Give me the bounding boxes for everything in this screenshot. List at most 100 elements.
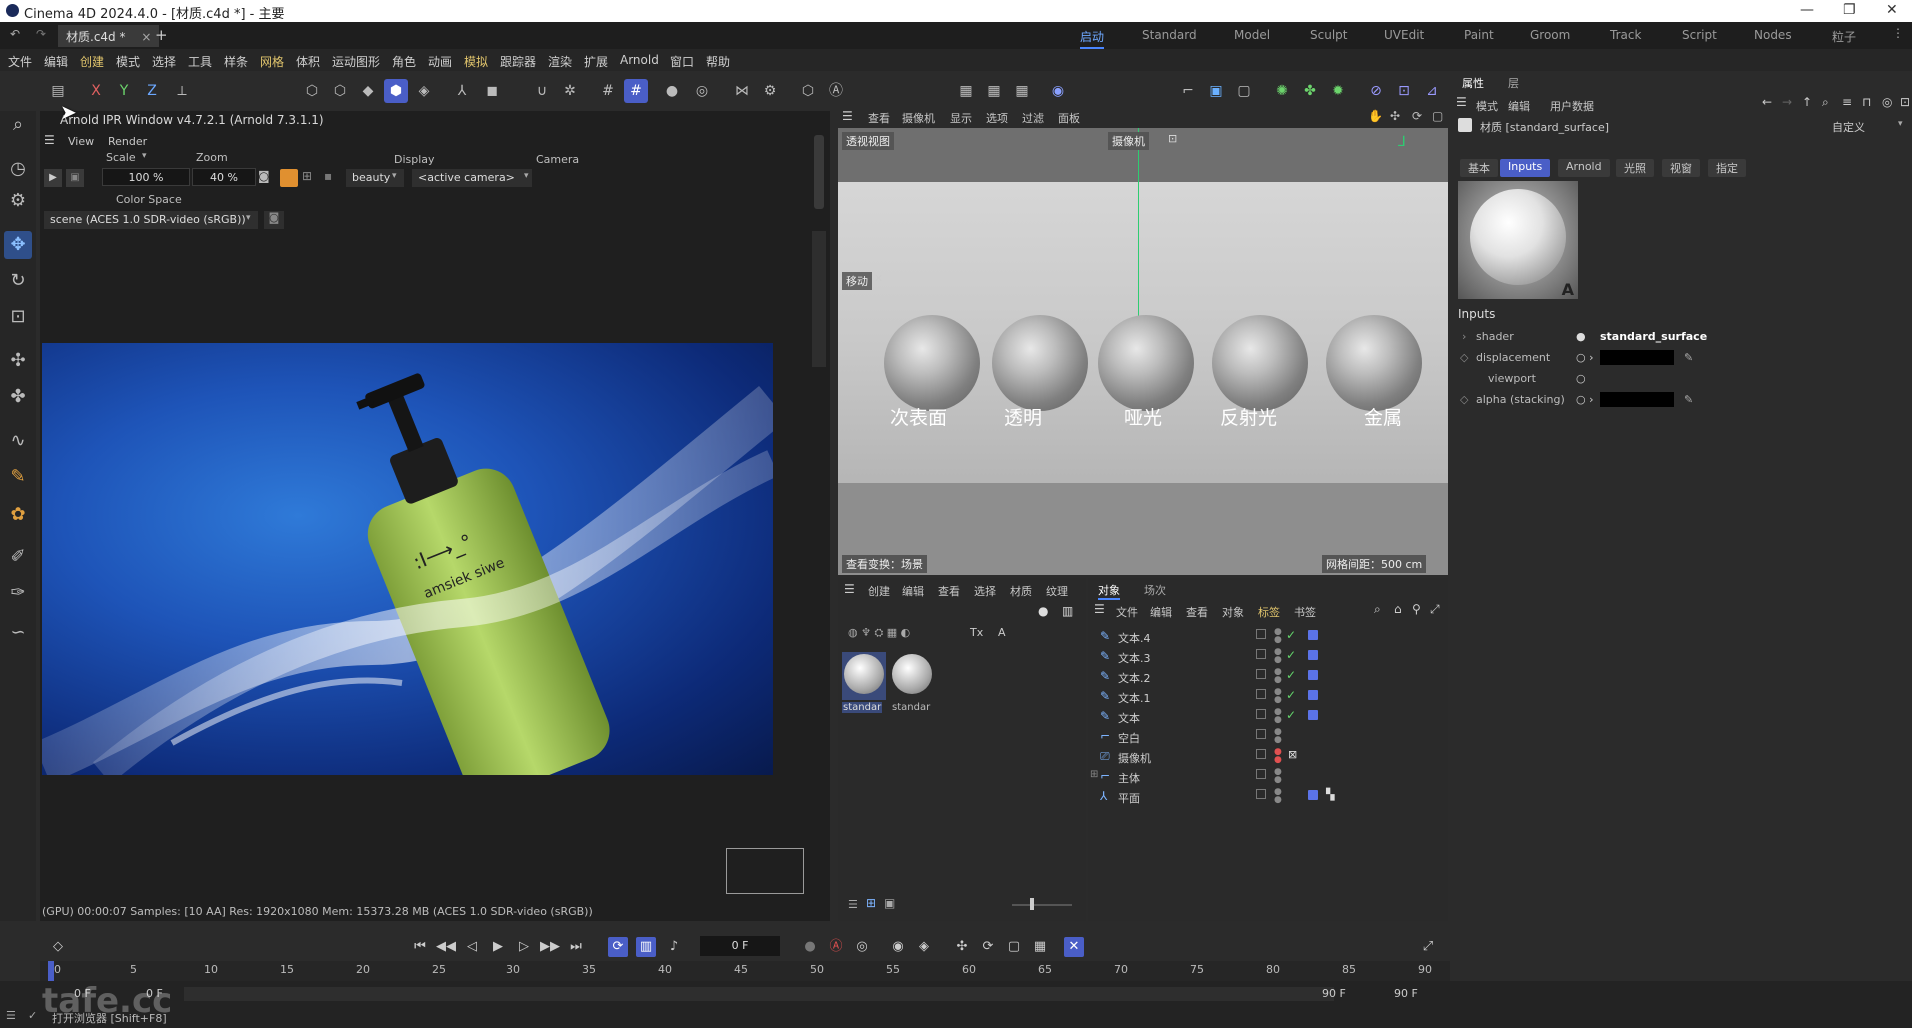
grid-snap-icon[interactable]: # (596, 79, 620, 103)
sound-icon[interactable]: ♪ (664, 937, 684, 957)
key-settings-icon[interactable]: ◎ (852, 937, 872, 957)
viewport-menu-panel[interactable]: 面板 (1058, 110, 1080, 126)
keyframe-mode-icon[interactable]: ◇ (48, 937, 68, 957)
menu-render[interactable]: 渲染 (548, 53, 572, 70)
thumbnail-size-slider[interactable] (1012, 904, 1072, 906)
menu-extensions[interactable]: 扩展 (584, 53, 608, 70)
light-tool-icon[interactable]: ⊿ (1420, 79, 1444, 103)
mat-filter-icons[interactable]: ◍ ♆ ⛭ ▦ ◐ (848, 626, 910, 640)
key-position-icon[interactable]: ◈ (914, 937, 934, 957)
autokey-icon[interactable]: Ⓐ (826, 937, 846, 957)
menu-edit[interactable]: 编辑 (44, 53, 68, 70)
object-menu-icon[interactable]: ☰ (1094, 602, 1105, 616)
magnet-icon[interactable]: ∪ (530, 79, 554, 103)
scale-tool-icon[interactable]: ⊡ (4, 303, 32, 331)
material-item-1[interactable] (842, 652, 886, 700)
attr-menu-icon[interactable]: ☰ (1456, 95, 1467, 109)
minimize-button[interactable]: — (1800, 2, 1814, 18)
axis-z-button[interactable]: Z (140, 79, 164, 103)
symmetry-icon[interactable]: ⋈ (730, 79, 754, 103)
key-param-icon[interactable]: ▢ (1004, 937, 1024, 957)
layer-checkbox[interactable] (1256, 629, 1266, 639)
prop-displacement-field[interactable] (1600, 350, 1674, 365)
object-row-text1[interactable]: ✎ 文本.1 ● ● ✓ (1098, 688, 1438, 706)
sphere-subsurface[interactable] (884, 315, 980, 411)
goto-start-icon[interactable]: ⏮ (410, 937, 430, 957)
gear-snap-icon[interactable]: ✲ (558, 79, 582, 103)
obj-filter-icon[interactable]: ⚲ (1412, 602, 1421, 616)
timeline-ruler[interactable]: 0 5 10 15 20 25 30 35 40 45 50 55 60 65 … (40, 961, 1450, 981)
tab-objects[interactable]: 对象 (1098, 582, 1120, 600)
close-tab-icon[interactable]: × (141, 30, 151, 44)
enabled-check-icon[interactable]: ✓ (1286, 628, 1296, 642)
subtab-basic[interactable]: 基本 (1460, 159, 1498, 177)
lock-icon[interactable]: ⊓ (1862, 95, 1871, 109)
points-mode-icon[interactable]: ⬡ (300, 79, 324, 103)
frame-icon[interactable]: ▢ (1232, 79, 1256, 103)
render-view-icon[interactable]: ▦ (954, 79, 978, 103)
object-mode-icon[interactable]: ⬢ (384, 79, 408, 103)
pick-tool-icon[interactable]: ✑ (4, 579, 32, 607)
perspective-viewport[interactable]: 透视视图 摄像机 ⊡ 移动 ✕ ⅃ 次表面 透明 哑光 反射光 金属 查看变换：… (838, 128, 1448, 575)
menu-simulate[interactable]: 模拟 (464, 53, 488, 70)
mat-menu-select[interactable]: 选择 (974, 583, 996, 599)
layout-tab-model[interactable]: Model (1234, 28, 1270, 42)
preset-dropdown-icon[interactable]: ▾ (1898, 119, 1903, 129)
layer-checkbox[interactable] (1256, 729, 1266, 739)
back-arrow-icon[interactable]: ← (1762, 95, 1772, 109)
key-scale-icon[interactable]: ⟳ (978, 937, 998, 957)
obj-menu-tags[interactable]: 标签 (1258, 604, 1280, 620)
prev-key-icon[interactable]: ◀◀ (436, 937, 456, 957)
layout-tab-paint[interactable]: Paint (1464, 28, 1494, 42)
stop-render-icon[interactable]: ▶ (44, 169, 62, 187)
generator-icon[interactable]: ✺ (1270, 79, 1294, 103)
menu-animate[interactable]: 动画 (428, 53, 452, 70)
mat-menu-create[interactable]: 创建 (868, 583, 890, 599)
scale-dropdown-icon[interactable]: ▾ (142, 151, 147, 161)
end-frame-a[interactable]: 90 F (1322, 987, 1346, 1000)
subtab-illumination[interactable]: 光照 (1616, 159, 1654, 177)
obj-menu-view[interactable]: 查看 (1186, 604, 1208, 620)
move-badge[interactable]: 移动 (842, 272, 872, 290)
viewport-menu-options[interactable]: 选项 (986, 110, 1008, 126)
layout-tab-uvedit[interactable]: UVEdit (1384, 28, 1424, 42)
up-arrow-icon[interactable]: ↑ (1802, 95, 1812, 109)
tab-takes[interactable]: 场次 (1144, 582, 1166, 598)
enabled-check-icon[interactable]: ✓ (1286, 708, 1296, 722)
mat-menu-edit[interactable]: 编辑 (902, 583, 924, 599)
range-slider[interactable] (184, 987, 1334, 1001)
viewport-menu-camera[interactable]: 摄像机 (902, 110, 935, 126)
axis-mode-icon[interactable]: ⅄ (450, 79, 474, 103)
material-tag-icon[interactable] (1308, 670, 1318, 680)
material-tag-icon[interactable] (1308, 710, 1318, 720)
lasso-tool-icon[interactable]: ∿ (4, 427, 32, 455)
sphere-matte[interactable] (1098, 315, 1194, 411)
shield-icon[interactable]: ⬡ (796, 79, 820, 103)
target-icon[interactable]: ◎ (690, 79, 714, 103)
prev-frame-icon[interactable]: ◁ (462, 937, 482, 957)
ipr-menu-render[interactable]: Render (108, 135, 147, 148)
add-tab-icon[interactable]: + (155, 26, 168, 44)
layer-checkbox[interactable] (1256, 769, 1266, 779)
layer-checkbox[interactable] (1256, 789, 1266, 799)
trash-icon[interactable]: ▥ (1062, 604, 1073, 618)
menu-create[interactable]: 创建 (80, 53, 104, 70)
next-frame-icon[interactable]: ▷ (514, 937, 534, 957)
link-icon[interactable]: ⌐ (1176, 79, 1200, 103)
ipr-icon[interactable]: ◉ (1046, 79, 1070, 103)
ipr-menu-view[interactable]: View (68, 135, 94, 148)
dolly-icon[interactable]: ✣ (1390, 109, 1400, 123)
subtab-arnold[interactable]: Arnold (1558, 159, 1610, 177)
camera-tag-icon[interactable]: ⊠ (1288, 748, 1297, 761)
prop-viewport-link-icon[interactable]: ○ (1576, 372, 1586, 385)
key-pla-icon[interactable]: ▦ (1030, 937, 1050, 957)
prop-shader-dot-icon[interactable]: ● (1576, 330, 1586, 343)
scale-field[interactable]: 100 % (102, 168, 190, 186)
layout-tab-groom[interactable]: Groom (1530, 28, 1570, 42)
uv-mode-icon[interactable]: ◈ (412, 79, 436, 103)
end-frame-b[interactable]: 90 F (1394, 987, 1418, 1000)
menu-tools[interactable]: 工具 (188, 53, 212, 70)
circle-icon[interactable]: ● (660, 79, 684, 103)
menu-tracker[interactable]: 跟踪器 (500, 53, 536, 70)
menu-file[interactable]: 文件 (8, 53, 32, 70)
